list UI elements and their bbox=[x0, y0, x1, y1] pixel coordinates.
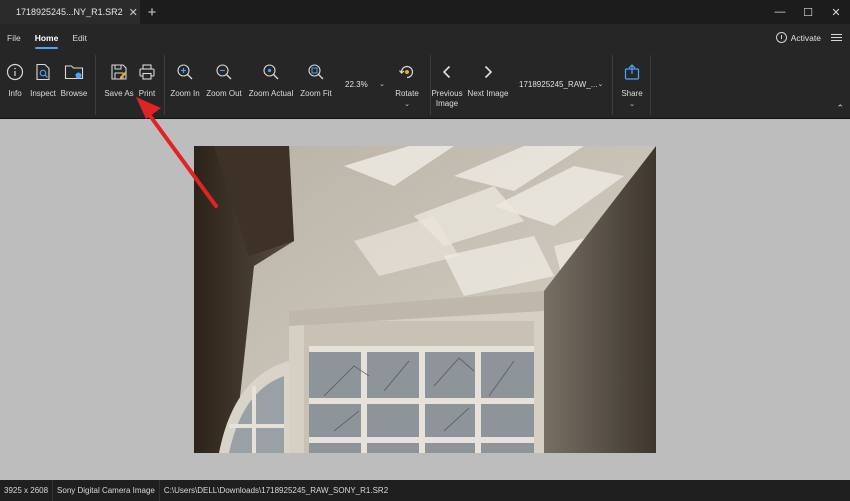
print-label: Print bbox=[138, 89, 156, 98]
chevron-right-icon bbox=[484, 65, 493, 79]
next-image-label: Next Image bbox=[467, 89, 509, 98]
next-image-button[interactable]: Next Image bbox=[466, 51, 510, 119]
rotate-chevron-icon: ⌄ bbox=[404, 101, 410, 108]
file-selector-dropdown[interactable]: 1718925245_RAW_... ⌄ bbox=[516, 77, 606, 91]
share-button[interactable]: Share ⌄ bbox=[618, 51, 646, 119]
inspect-icon bbox=[36, 63, 50, 81]
title-bar: 1718925245...NY_R1.SR2 ✕ + — ☐ ✕ bbox=[0, 0, 850, 24]
zoom-level-select[interactable]: 22.3% ⌄ bbox=[342, 77, 388, 91]
zoom-in-button[interactable]: Zoom In bbox=[168, 51, 202, 119]
status-file-path: C:\Users\DELL\Downloads\1718925245_RAW_S… bbox=[163, 486, 389, 495]
collapse-ribbon-icon[interactable]: ⌃ bbox=[836, 103, 844, 114]
zoom-fit-icon bbox=[308, 64, 324, 80]
tab-title: 1718925245...NY_R1.SR2 bbox=[16, 7, 123, 17]
zoom-actual-button[interactable]: Zoom Actual bbox=[246, 51, 296, 119]
info-label: Info bbox=[8, 89, 22, 98]
menu-right: Activate bbox=[775, 32, 850, 43]
share-chevron-icon: ⌄ bbox=[629, 101, 635, 108]
zoom-fit-label: Zoom Fit bbox=[300, 89, 332, 98]
zoom-level-value: 22.3% bbox=[345, 79, 368, 89]
separator bbox=[164, 55, 165, 115]
rotate-label: Rotate bbox=[395, 89, 419, 98]
minimize-button[interactable]: — bbox=[766, 0, 794, 24]
close-window-button[interactable]: ✕ bbox=[822, 0, 850, 24]
separator bbox=[95, 55, 96, 115]
zoom-in-icon bbox=[177, 64, 193, 80]
zoom-out-icon bbox=[216, 64, 232, 80]
hamburger-menu-icon[interactable] bbox=[831, 34, 842, 41]
previous-image-label: Previous Image bbox=[431, 89, 463, 108]
printer-icon bbox=[139, 64, 155, 80]
inspect-label: Inspect bbox=[30, 89, 56, 98]
share-label: Share bbox=[621, 89, 643, 98]
zoom-in-label: Zoom In bbox=[170, 89, 200, 98]
status-dimensions: 3925 x 2608 bbox=[0, 480, 54, 501]
previous-image-button[interactable]: Previous Image bbox=[431, 51, 463, 119]
new-tab-button[interactable]: + bbox=[140, 0, 164, 24]
tab-close-icon[interactable]: ✕ bbox=[129, 6, 138, 19]
maximize-button[interactable]: ☐ bbox=[794, 0, 822, 24]
ribbon-toolbar: Info Inspect Browse Save As Print Zoom I… bbox=[0, 51, 850, 119]
chevron-down-icon: ⌄ bbox=[379, 81, 385, 88]
activate-button[interactable]: Activate bbox=[775, 32, 821, 43]
info-button[interactable]: Info bbox=[4, 51, 26, 119]
zoom-fit-button[interactable]: Zoom Fit bbox=[298, 51, 334, 119]
menu-file[interactable]: File bbox=[0, 24, 28, 51]
inspect-button[interactable]: Inspect bbox=[28, 51, 58, 119]
zoom-actual-label: Zoom Actual bbox=[248, 89, 294, 98]
power-icon bbox=[775, 32, 787, 43]
menu-bar: File Home Edit Activate bbox=[0, 24, 850, 51]
window-controls: — ☐ ✕ bbox=[766, 0, 850, 24]
zoom-out-label: Zoom Out bbox=[206, 89, 242, 98]
save-as-icon bbox=[111, 64, 127, 80]
browse-folder-icon bbox=[64, 65, 84, 80]
menu-edit[interactable]: Edit bbox=[65, 24, 94, 51]
separator bbox=[612, 55, 613, 115]
browse-button[interactable]: Browse bbox=[59, 51, 89, 119]
file-selector-value: 1718925245_RAW_... bbox=[519, 79, 598, 89]
displayed-photo[interactable] bbox=[194, 146, 656, 453]
zoom-out-button[interactable]: Zoom Out bbox=[204, 51, 244, 119]
rotate-icon bbox=[399, 65, 414, 79]
save-as-button[interactable]: Save As bbox=[104, 51, 134, 119]
print-button[interactable]: Print bbox=[136, 51, 158, 119]
zoom-actual-icon bbox=[263, 64, 279, 80]
activate-label: Activate bbox=[790, 32, 821, 43]
rotate-button[interactable]: Rotate ⌄ bbox=[392, 51, 422, 119]
browse-label: Browse bbox=[60, 89, 88, 98]
file-tab[interactable]: 1718925245...NY_R1.SR2 ✕ bbox=[0, 0, 140, 24]
status-bar: 3925 x 2608 Sony Digital Camera Image C:… bbox=[0, 480, 850, 501]
separator bbox=[650, 55, 651, 115]
chevron-down-icon: ⌄ bbox=[597, 81, 604, 88]
share-icon bbox=[624, 64, 640, 80]
info-icon bbox=[6, 63, 24, 81]
save-as-label: Save As bbox=[104, 89, 134, 98]
chevron-left-icon bbox=[442, 65, 451, 79]
photo-window-scene bbox=[194, 146, 656, 453]
menu-home[interactable]: Home bbox=[28, 24, 66, 51]
status-file-type: Sony Digital Camera Image bbox=[53, 480, 160, 501]
